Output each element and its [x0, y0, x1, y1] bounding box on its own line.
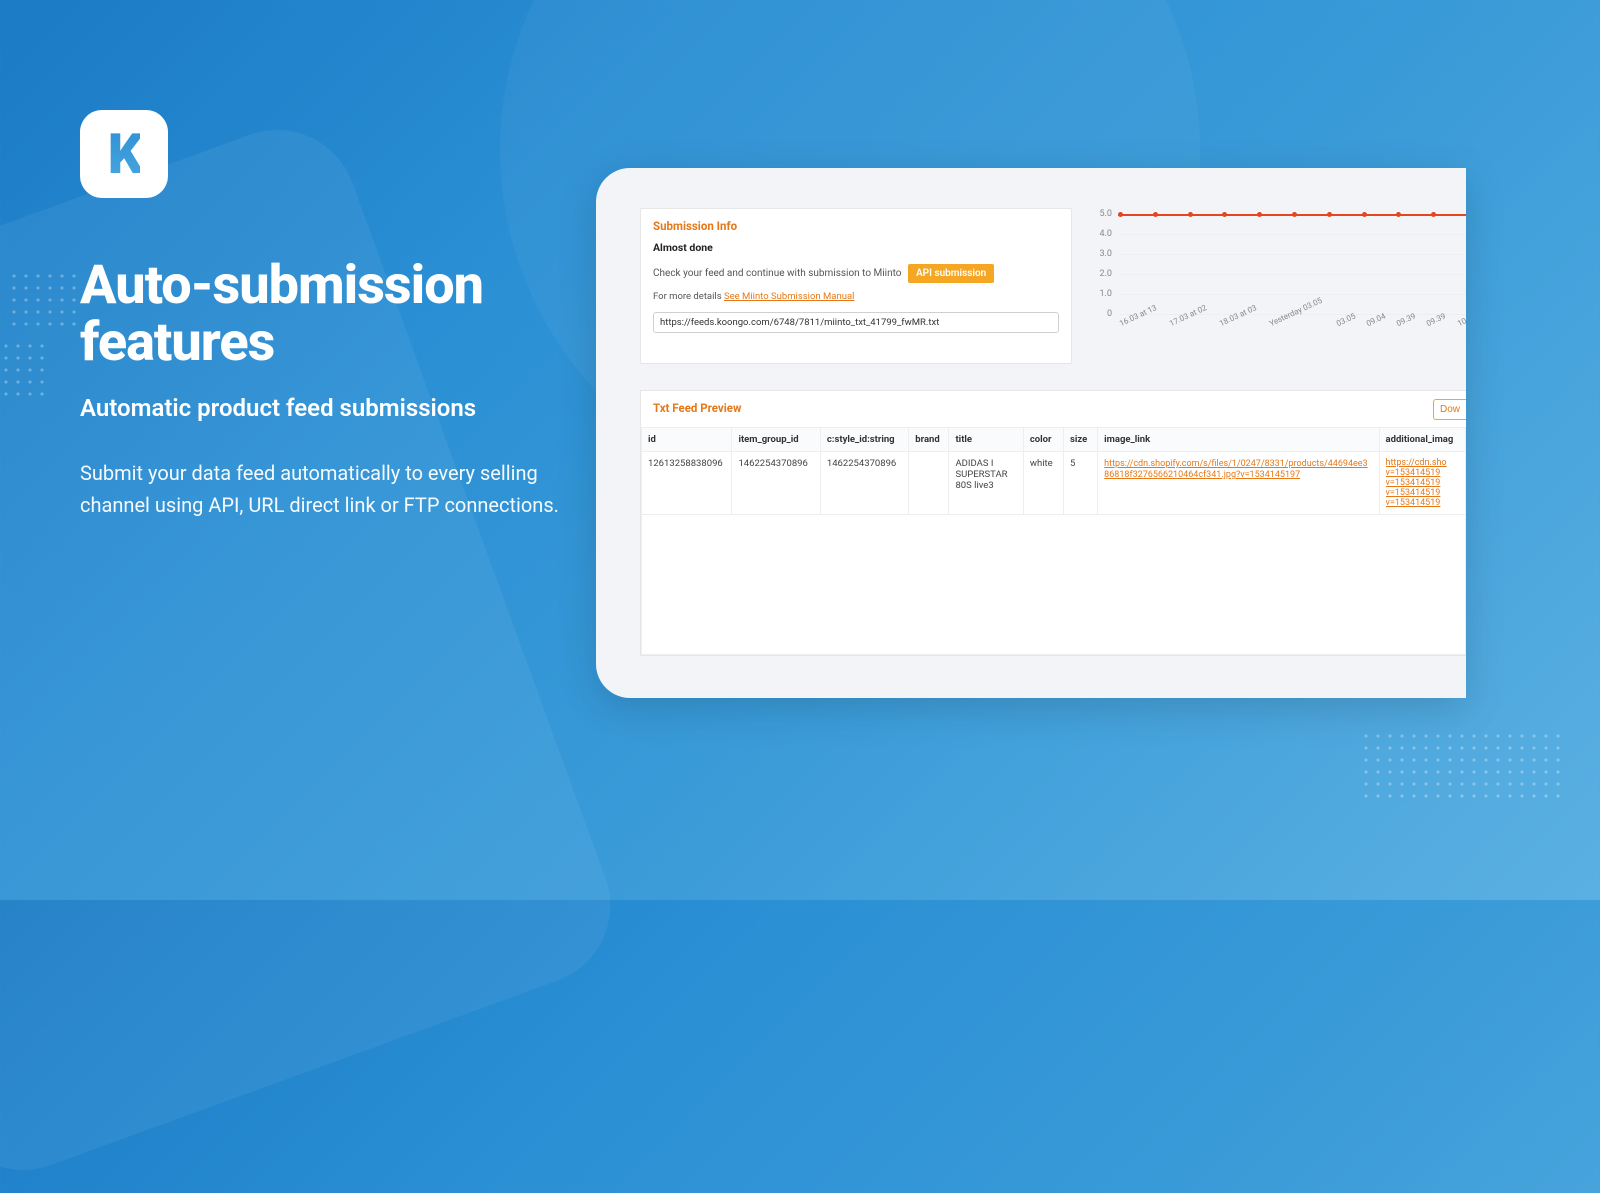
submission-details: For more details See Miinto Submission M…	[653, 291, 1059, 302]
details-prefix: For more details	[653, 291, 724, 302]
download-button[interactable]: Dow	[1433, 399, 1466, 420]
table-cell: https://cdn.shov=153414519v=153414519v=1…	[1379, 452, 1465, 515]
api-submission-button[interactable]: API submission	[908, 264, 994, 283]
page-body: Submit your data feed automatically to e…	[80, 457, 560, 521]
table-cell: ADIDAS I SUPERSTAR 80S live3	[949, 452, 1023, 515]
column-header: size	[1064, 428, 1098, 452]
table-cell: 12613258838096	[642, 452, 732, 515]
table-cell: 5	[1064, 452, 1098, 515]
table-empty-space	[642, 515, 1466, 655]
page-title: Auto-submission features	[80, 258, 560, 371]
additional-image-link[interactable]: https://cdn.sho	[1386, 458, 1459, 468]
additional-image-link[interactable]: v=153414519	[1386, 498, 1459, 508]
column-header: color	[1023, 428, 1063, 452]
check-text: Check your feed and continue with submis…	[653, 268, 902, 279]
table-row: 1261325883809614622543708961462254370896…	[642, 452, 1466, 515]
column-header: item_group_id	[732, 428, 820, 452]
dots-decor	[8, 270, 78, 330]
table-cell: https://cdn.shopify.com/s/files/1/0247/8…	[1098, 452, 1379, 515]
table-cell: 1462254370896	[820, 452, 908, 515]
feed-url-input[interactable]	[653, 312, 1059, 333]
chart-x-axis: 16.03 at 1317.03 at 0218.03 at 03Yesterd…	[1118, 320, 1466, 329]
table-cell: 1462254370896	[732, 452, 820, 515]
chart-area: 01.02.03.04.05.0 16.03 at 1317.03 at 021…	[1072, 208, 1466, 364]
additional-image-link[interactable]: v=153414519	[1386, 468, 1459, 478]
page-subtitle: Automatic product feed submissions	[80, 393, 560, 423]
column-header: additional_imag	[1379, 428, 1465, 452]
column-header: brand	[909, 428, 949, 452]
feed-preview-card: Txt Feed Preview Dow iditem_group_idc:st…	[640, 390, 1466, 656]
column-header: id	[642, 428, 732, 452]
dots-decor	[1360, 730, 1560, 800]
submission-info-card: Submission Info Almost done Check your f…	[640, 208, 1072, 364]
app-logo: K	[80, 110, 168, 198]
chart-y-axis: 01.02.03.04.05.0	[1092, 214, 1116, 314]
submission-title: Submission Info	[653, 219, 1059, 233]
column-header: c:style_id:string	[820, 428, 908, 452]
image-link[interactable]: https://cdn.shopify.com/s/files/1/0247/8…	[1104, 459, 1367, 480]
table-cell	[909, 452, 949, 515]
dots-decor	[0, 340, 50, 400]
column-header: title	[949, 428, 1023, 452]
column-header: image_link	[1098, 428, 1379, 452]
submission-status: Almost done	[653, 241, 1059, 254]
submission-check-text: Check your feed and continue with submis…	[653, 264, 1059, 283]
app-mockup-panel: Submission Info Almost done Check your f…	[596, 168, 1466, 698]
table-cell: white	[1023, 452, 1063, 515]
additional-image-link[interactable]: v=153414519	[1386, 478, 1459, 488]
chart-grid	[1118, 214, 1466, 314]
submission-manual-link[interactable]: See Miinto Submission Manual	[724, 291, 854, 302]
preview-title: Txt Feed Preview	[641, 391, 1466, 427]
feed-table: iditem_group_idc:style_id:stringbrandtit…	[641, 427, 1466, 655]
logo-letter: K	[108, 121, 141, 187]
additional-image-link[interactable]: v=153414519	[1386, 488, 1459, 498]
